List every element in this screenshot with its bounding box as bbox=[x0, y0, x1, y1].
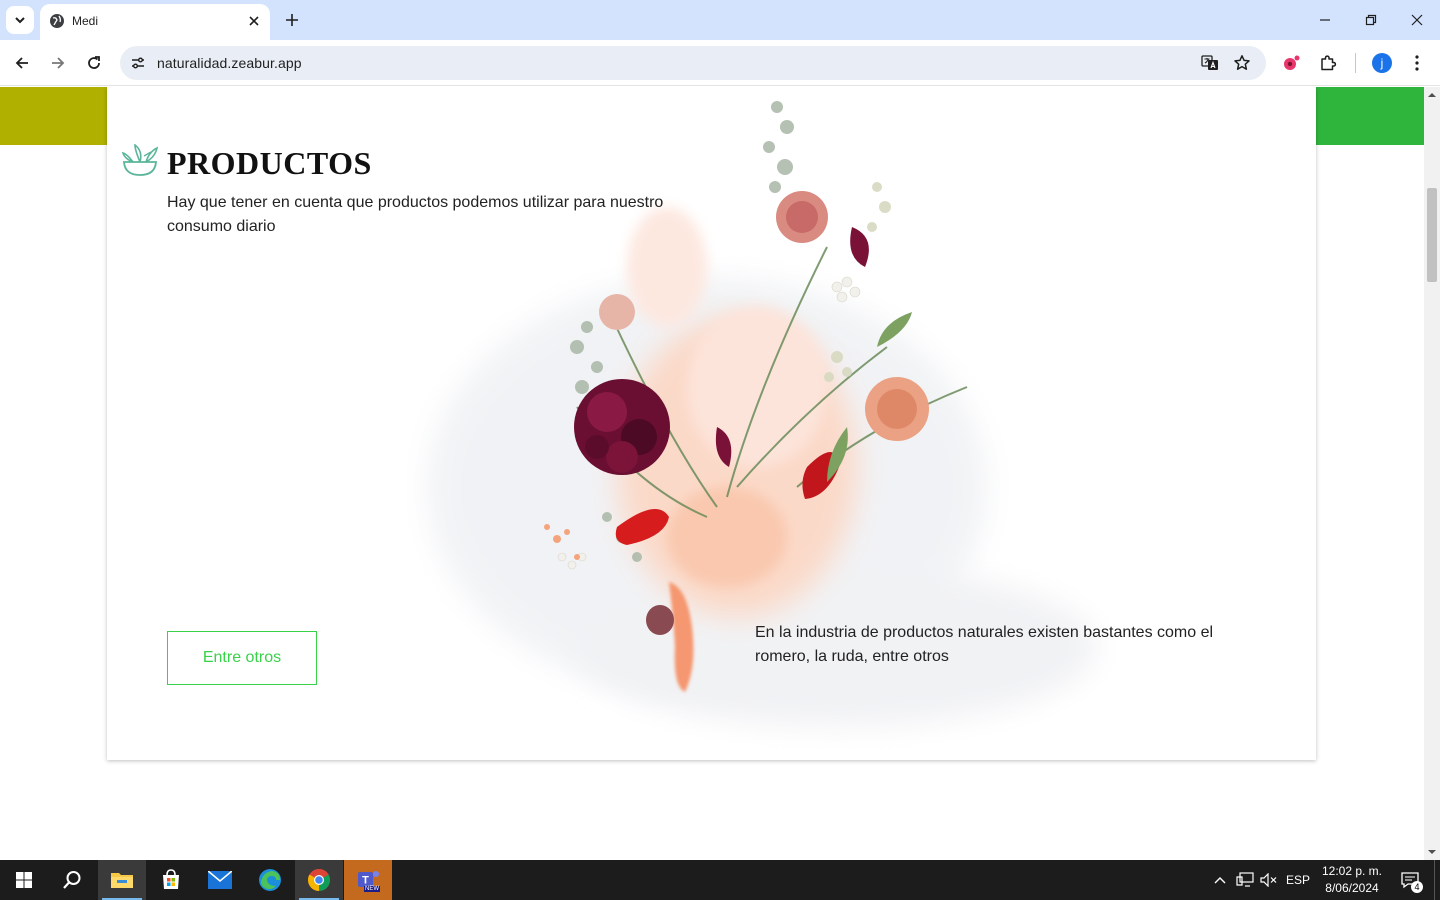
star-icon bbox=[1234, 55, 1250, 70]
taskbar-search-button[interactable] bbox=[48, 860, 96, 900]
windows-logo-icon bbox=[16, 872, 32, 888]
mail-icon bbox=[208, 871, 232, 889]
notification-count-badge: 4 bbox=[1411, 881, 1423, 893]
scrollbar-thumb[interactable] bbox=[1427, 188, 1437, 282]
herb-bowl-icon bbox=[121, 144, 159, 176]
edge-icon bbox=[259, 869, 281, 891]
taskbar-chrome[interactable] bbox=[295, 860, 343, 900]
clock-date: 8/06/2024 bbox=[1325, 881, 1379, 895]
minimize-button[interactable] bbox=[1302, 0, 1348, 40]
reload-button[interactable] bbox=[80, 49, 108, 77]
volume-button[interactable] bbox=[1258, 860, 1280, 900]
browser-tab[interactable]: Medi bbox=[40, 4, 270, 40]
back-button[interactable] bbox=[8, 49, 36, 77]
scroll-up-arrow-icon[interactable] bbox=[1428, 91, 1436, 99]
extension-button[interactable] bbox=[1279, 51, 1303, 75]
taskbar-edge[interactable] bbox=[246, 860, 294, 900]
search-icon bbox=[63, 871, 81, 889]
input-language-indicator[interactable]: ESP bbox=[1284, 860, 1312, 900]
page-viewport: PRODUCTOS Hay que tener en cuenta que pr… bbox=[0, 87, 1424, 860]
restore-icon bbox=[1365, 14, 1377, 26]
tune-icon bbox=[132, 57, 144, 69]
header-band-left bbox=[0, 87, 108, 145]
tab-title: Medi bbox=[72, 14, 99, 28]
taskbar-mail[interactable] bbox=[196, 860, 244, 900]
clock-time: 12:02 p. m. bbox=[1321, 864, 1383, 878]
toolbar-divider bbox=[1355, 53, 1356, 73]
chevron-up-icon bbox=[1214, 877, 1226, 884]
teams-new-badge: NEW bbox=[364, 886, 380, 892]
volume-muted-icon bbox=[1260, 873, 1277, 887]
reload-icon bbox=[88, 56, 100, 69]
translate-icon bbox=[1201, 55, 1218, 70]
new-tab-button[interactable] bbox=[280, 8, 304, 32]
folder-icon bbox=[111, 873, 133, 888]
arrow-left-icon bbox=[15, 57, 28, 69]
restore-button[interactable] bbox=[1348, 0, 1394, 40]
page-scrollbar[interactable] bbox=[1424, 87, 1440, 860]
tray-overflow-button[interactable] bbox=[1210, 860, 1230, 900]
notifications-button[interactable]: 4 bbox=[1396, 860, 1424, 900]
extension-badge-icon bbox=[1284, 55, 1300, 70]
windows-taskbar: T NEW ESP 12:02 p. m. 8/06/2024 4 bbox=[0, 860, 1440, 900]
header-band-right bbox=[1316, 87, 1424, 145]
tab-close-button[interactable] bbox=[244, 11, 264, 31]
products-card: PRODUCTOS Hay que tener en cuenta que pr… bbox=[107, 87, 1316, 760]
url-text[interactable]: naturalidad.zeabur.app bbox=[157, 55, 302, 71]
entre-otros-button[interactable]: Entre otros bbox=[167, 631, 317, 685]
section-title: PRODUCTOS bbox=[167, 145, 372, 181]
start-button[interactable] bbox=[0, 860, 48, 900]
close-icon bbox=[1411, 14, 1423, 26]
show-desktop-button[interactable] bbox=[1434, 860, 1440, 900]
section-description: Hay que tener en cuenta que productos po… bbox=[167, 194, 664, 235]
address-bar[interactable]: naturalidad.zeabur.app bbox=[120, 46, 1266, 80]
more-vertical-icon bbox=[1415, 55, 1419, 71]
site-info-button[interactable] bbox=[128, 53, 148, 73]
network-status-button[interactable] bbox=[1234, 860, 1256, 900]
browser-toolbar: naturalidad.zeabur.app bbox=[0, 40, 1440, 86]
minimize-icon bbox=[1320, 19, 1330, 21]
bookmark-button[interactable] bbox=[1231, 52, 1253, 74]
globe-icon bbox=[50, 14, 64, 28]
tab-search-button[interactable] bbox=[6, 6, 34, 34]
forward-button[interactable] bbox=[44, 49, 72, 77]
store-icon bbox=[163, 869, 179, 889]
industry-text: En la industria de productos naturales e… bbox=[755, 624, 1214, 665]
svg-text:T: T bbox=[362, 875, 369, 887]
taskbar-file-explorer[interactable] bbox=[98, 860, 146, 900]
scroll-down-arrow-icon[interactable] bbox=[1428, 848, 1436, 856]
plus-icon bbox=[286, 14, 298, 26]
arrow-right-icon bbox=[52, 57, 65, 69]
taskbar-store[interactable] bbox=[147, 860, 195, 900]
profile-avatar[interactable]: j bbox=[1372, 53, 1392, 73]
chevron-down-icon bbox=[15, 17, 25, 24]
translate-button[interactable] bbox=[1199, 52, 1221, 74]
taskbar-teams[interactable]: T NEW bbox=[344, 860, 392, 900]
chrome-icon bbox=[308, 869, 330, 891]
browser-tab-strip: Medi bbox=[0, 0, 1440, 40]
extensions-menu-button[interactable] bbox=[1316, 51, 1340, 75]
taskbar-clock[interactable]: 12:02 p. m. 8/06/2024 bbox=[1314, 863, 1390, 897]
browser-menu-button[interactable] bbox=[1405, 51, 1429, 75]
puzzle-icon bbox=[1321, 55, 1337, 71]
close-icon bbox=[249, 16, 259, 26]
network-icon bbox=[1236, 872, 1254, 887]
close-window-button[interactable] bbox=[1394, 0, 1440, 40]
